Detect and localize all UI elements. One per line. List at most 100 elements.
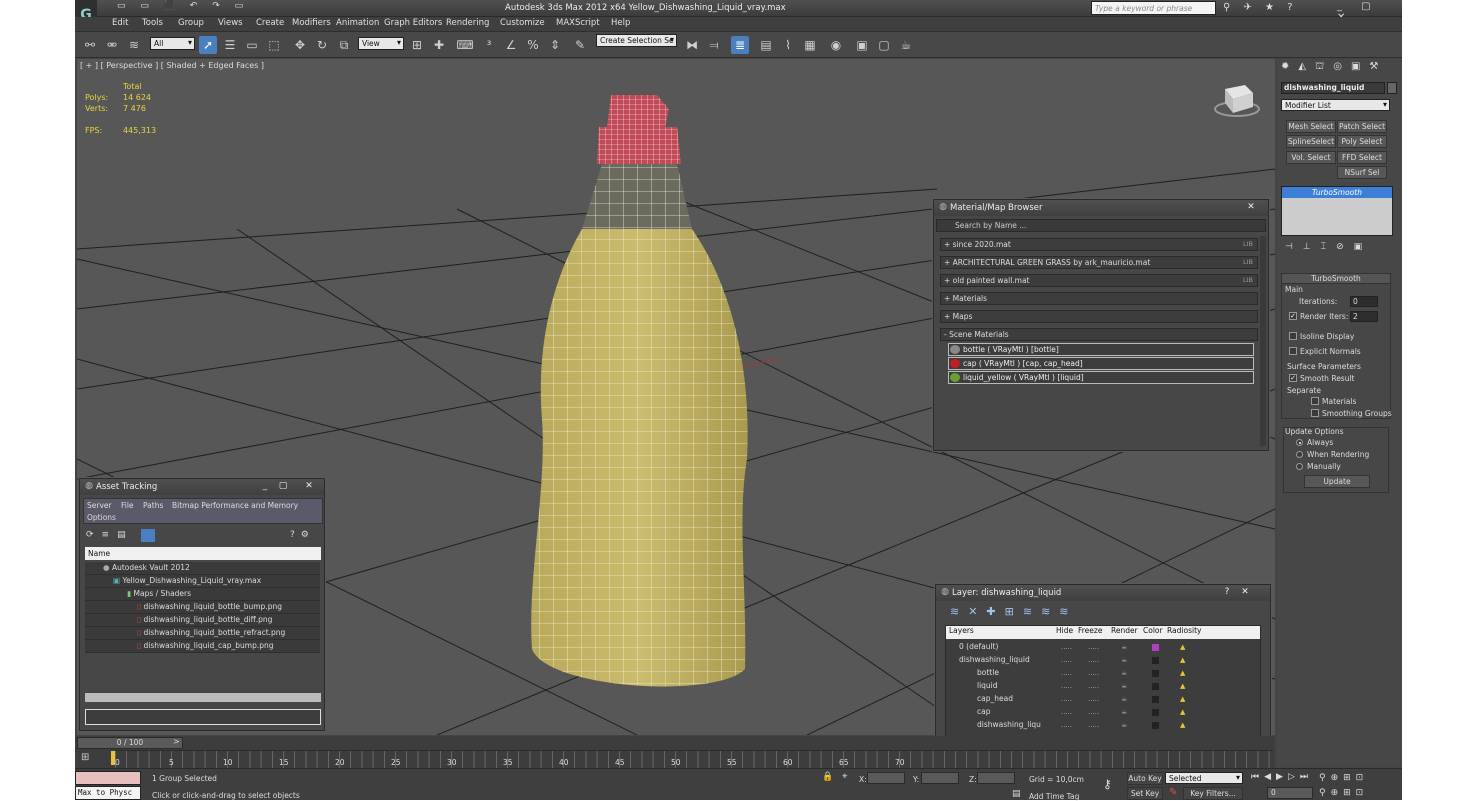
- radiosity-icon[interactable]: ▲: [1180, 667, 1185, 679]
- window-crossing-icon[interactable]: ⬚: [265, 36, 283, 54]
- library-row[interactable]: + Materials: [940, 292, 1258, 305]
- tree-row[interactable]: ▮ Maps / Shaders: [85, 588, 320, 601]
- hide-toggle[interactable]: .....: [1061, 693, 1072, 705]
- curve-editor-toggle-icon[interactable]: ⊞: [81, 752, 89, 763]
- time-tag-icon[interactable]: ▤: [1012, 789, 1021, 799]
- hide-toggle[interactable]: .....: [1061, 654, 1072, 666]
- radiosity-icon[interactable]: ▲: [1180, 693, 1185, 705]
- menu-modifiers[interactable]: Modifiers: [292, 18, 331, 28]
- menu-animation[interactable]: Animation: [336, 18, 379, 28]
- render-setup-icon[interactable]: ▣: [853, 36, 871, 54]
- scene-material-row[interactable]: cap ( VRayMtl ) [cap, cap_head]: [948, 357, 1254, 370]
- smoothing-groups-checkbox[interactable]: [1311, 409, 1319, 417]
- mesh-select-button[interactable]: Mesh Select: [1286, 120, 1336, 133]
- scene-material-row[interactable]: bottle ( VRayMtl ) [bottle]: [948, 343, 1254, 356]
- asset-menu-file[interactable]: File: [121, 501, 134, 510]
- spline-select-button[interactable]: SplineSelect: [1286, 135, 1336, 148]
- render-icon[interactable]: ☕: [1121, 693, 1127, 705]
- tree-row[interactable]: ▯ dishwashing_liquid_bottle_refract.png: [85, 627, 320, 640]
- graphite-ribbon-icon[interactable]: ▤: [757, 36, 775, 54]
- asset-view-icons[interactable]: ⟳≡▤: [86, 530, 134, 540]
- stack-item-turbosmooth[interactable]: TurboSmooth: [1282, 187, 1392, 198]
- layer-row[interactable]: dishwashing_liquid.......... ☕ ▲: [951, 654, 1203, 667]
- keyboard-shortcut-icon[interactable]: ⌨: [456, 36, 474, 54]
- hide-toggle[interactable]: .....: [1061, 719, 1072, 731]
- key-selection-dropdown[interactable]: Selected: [1165, 772, 1243, 784]
- mirror-icon[interactable]: ⧓: [683, 36, 701, 54]
- column-header[interactable]: Radiosity: [1167, 626, 1201, 635]
- panel-menu-icon[interactable]: ◍: [82, 480, 96, 493]
- library-row[interactable]: - Scene Materials: [940, 328, 1258, 341]
- modifier-list-dropdown[interactable]: Modifier List: [1281, 99, 1390, 111]
- current-frame-field[interactable]: 0: [1267, 787, 1313, 799]
- render-teapot-icon[interactable]: ☕: [897, 36, 915, 54]
- reference-coord-dropdown[interactable]: View: [358, 37, 404, 50]
- manually-radio[interactable]: [1296, 463, 1303, 470]
- menu-edit[interactable]: Edit: [112, 18, 128, 28]
- poly-select-button[interactable]: Poly Select: [1337, 135, 1387, 148]
- infocenter-icons[interactable]: ⚲ ✈ ★ ?: [1223, 2, 1298, 13]
- asset-menu-server[interactable]: Server: [87, 501, 112, 510]
- hide-toggle[interactable]: .....: [1061, 667, 1072, 679]
- separate-materials-checkbox[interactable]: [1311, 397, 1319, 405]
- freeze-toggle[interactable]: .....: [1088, 719, 1099, 731]
- asset-menu-bitmap[interactable]: Bitmap Performance and Memory: [172, 501, 298, 510]
- scale-icon[interactable]: ⧉: [335, 36, 353, 54]
- smooth-result-checkbox[interactable]: ✓: [1289, 374, 1297, 382]
- column-header[interactable]: Hide: [1056, 626, 1073, 635]
- ffd-select-button[interactable]: FFD Select: [1337, 151, 1387, 164]
- vol-select-button[interactable]: Vol. Select: [1286, 151, 1336, 164]
- material-browser-close-button[interactable]: ✕: [1244, 201, 1258, 214]
- explicit-normals-checkbox[interactable]: [1289, 347, 1297, 355]
- spinner-snap-icon[interactable]: ⇕: [546, 36, 564, 54]
- panel-menu-icon[interactable]: ◍: [936, 201, 950, 214]
- minimize-button[interactable]: _: [258, 480, 272, 493]
- rotate-icon[interactable]: ↻: [313, 36, 331, 54]
- time-slider[interactable]: 0 / 100: [77, 737, 183, 749]
- menu-rendering[interactable]: Rendering: [446, 18, 489, 28]
- link-icon[interactable]: ⚯: [81, 36, 99, 54]
- tree-row[interactable]: ▣ Yellow_Dishwashing_Liquid_vray.max: [85, 575, 320, 588]
- lock-selection-icon[interactable]: 🔒⌖: [822, 772, 856, 782]
- layer-row[interactable]: liquid.......... ☕ ▲: [951, 680, 1203, 693]
- selection-filter-dropdown[interactable]: All: [150, 37, 195, 50]
- viewcube-icon[interactable]: [1214, 85, 1260, 117]
- maximize-button[interactable]: ▢: [276, 480, 290, 493]
- patch-select-button[interactable]: Patch Select: [1337, 120, 1387, 133]
- radiosity-icon[interactable]: ▲: [1180, 719, 1185, 731]
- rendered-frame-icon[interactable]: ▢: [875, 36, 893, 54]
- layer-row[interactable]: 0 (default).......... ☕ ▲: [951, 641, 1203, 654]
- layer-help-button[interactable]: ?: [1220, 586, 1234, 599]
- layer-color-swatch[interactable]: [1152, 722, 1159, 729]
- radiosity-icon[interactable]: ▲: [1180, 680, 1185, 692]
- z-coordinate-field[interactable]: [977, 772, 1015, 784]
- layer-row[interactable]: bottle.......... ☕ ▲: [951, 667, 1203, 680]
- x-coordinate-field[interactable]: [867, 772, 905, 784]
- next-frame-icon[interactable]: >: [173, 737, 180, 746]
- layer-manager-icon[interactable]: ≣: [731, 36, 749, 54]
- bind-space-warp-icon[interactable]: ≋: [125, 36, 143, 54]
- layer-row[interactable]: cap_head.......... ☕ ▲: [951, 693, 1203, 706]
- select-manipulate-icon[interactable]: ✚: [430, 36, 448, 54]
- percent-snap-icon[interactable]: %: [524, 36, 542, 54]
- rectangular-selection-icon[interactable]: ▭: [243, 36, 261, 54]
- column-header[interactable]: Color: [1143, 626, 1163, 635]
- maxscript-input[interactable]: Max to Physc: [75, 786, 141, 800]
- hide-toggle[interactable]: .....: [1061, 641, 1072, 653]
- object-color-swatch[interactable]: [1387, 82, 1397, 94]
- scene-material-row[interactable]: liquid_yellow ( VRayMtl ) [liquid]: [948, 371, 1254, 384]
- render-icon[interactable]: ☕: [1121, 719, 1127, 731]
- render-icon[interactable]: ☕: [1121, 680, 1127, 692]
- schematic-view-icon[interactable]: ▦: [801, 36, 819, 54]
- column-header-name[interactable]: Name: [85, 547, 321, 560]
- freeze-toggle[interactable]: .....: [1088, 693, 1099, 705]
- layer-color-swatch[interactable]: [1152, 696, 1159, 703]
- layer-toolbar-icons[interactable]: ≋✕✚⊞≋≋≋: [950, 605, 1078, 618]
- column-header[interactable]: Freeze: [1078, 626, 1102, 635]
- material-search-input[interactable]: Search by Name ...: [936, 219, 1266, 232]
- render-icon[interactable]: ☕: [1121, 667, 1127, 679]
- library-row[interactable]: + old painted wall.mat LIB: [940, 274, 1258, 287]
- freeze-toggle[interactable]: .....: [1088, 641, 1099, 653]
- column-header[interactable]: Render: [1111, 626, 1138, 635]
- layer-color-swatch[interactable]: [1152, 644, 1159, 651]
